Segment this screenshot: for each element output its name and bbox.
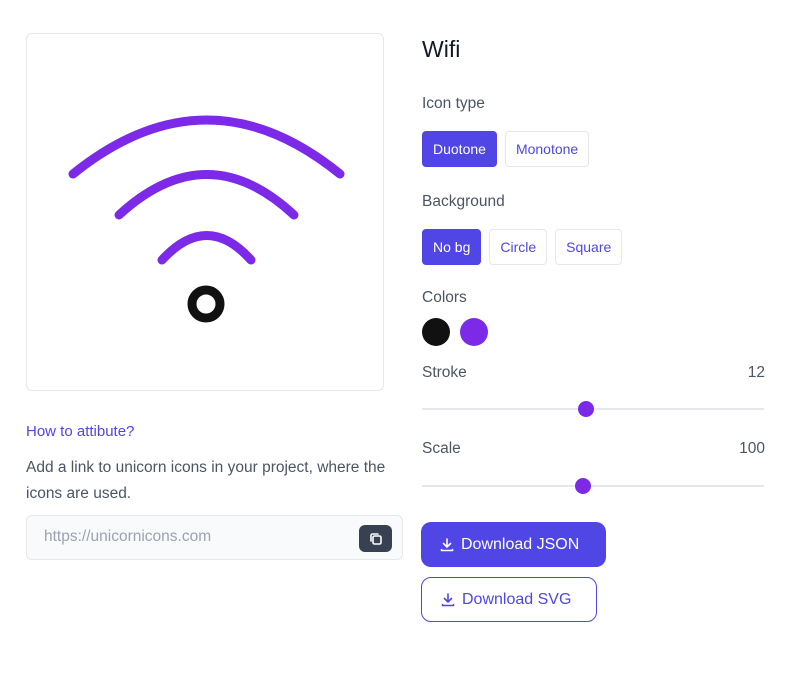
stroke-slider[interactable] xyxy=(422,401,764,417)
icon-type-label: Icon type xyxy=(422,95,485,112)
icon-type-duotone-button[interactable]: Duotone xyxy=(422,131,497,167)
download-json-label: Download JSON xyxy=(461,535,580,553)
how-to-attribute-link[interactable]: How to attibute? xyxy=(26,423,134,440)
stroke-label: Stroke xyxy=(422,364,467,381)
attribution-description: Add a link to unicorn icons in your proj… xyxy=(26,459,386,502)
background-circle-button[interactable]: Circle xyxy=(489,229,548,265)
attribution-url-input[interactable] xyxy=(44,528,344,546)
color-swatch-black[interactable] xyxy=(422,318,450,346)
download-svg-button[interactable]: Download SVG xyxy=(421,577,597,622)
scale-slider[interactable] xyxy=(422,478,764,494)
stroke-value: 12 xyxy=(747,364,765,381)
colors-label: Colors xyxy=(422,289,467,306)
background-square-button[interactable]: Square xyxy=(555,229,623,265)
download-icon xyxy=(441,592,455,606)
scale-slider-thumb[interactable] xyxy=(574,478,591,494)
scale-value: 100 xyxy=(739,440,765,457)
copy-icon xyxy=(369,532,382,545)
icon-title: Wifi xyxy=(422,36,461,62)
download-svg-label: Download SVG xyxy=(462,590,572,608)
background-options: No bg Circle Square xyxy=(422,229,623,265)
color-swatch-purple[interactable] xyxy=(460,318,488,346)
wifi-icon xyxy=(68,115,345,323)
scale-label: Scale xyxy=(422,440,461,457)
copy-button[interactable] xyxy=(359,525,392,552)
icon-type-monotone-button[interactable]: Monotone xyxy=(504,131,590,167)
attribution-url-field xyxy=(26,515,403,560)
background-label: Background xyxy=(422,193,505,210)
download-json-button[interactable]: Download JSON xyxy=(421,522,606,567)
background-no-bg-button[interactable]: No bg xyxy=(422,229,482,265)
icon-preview xyxy=(26,33,384,391)
icon-type-options: Duotone Monotone xyxy=(422,131,590,167)
download-icon xyxy=(440,537,454,551)
stroke-slider-thumb[interactable] xyxy=(578,401,595,417)
